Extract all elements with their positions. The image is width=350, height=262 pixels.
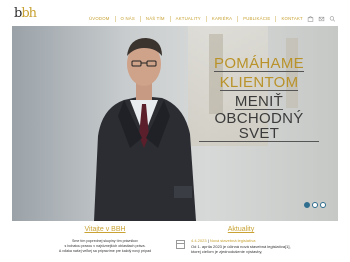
nav-item-about[interactable]: O NÁS	[114, 16, 140, 22]
logo-letters: bh	[21, 6, 37, 21]
search-icon[interactable]	[329, 16, 336, 22]
hero-line-3: MENIŤ	[234, 93, 284, 110]
slider-dots	[304, 202, 326, 208]
businessman-photo	[94, 38, 196, 221]
news-item[interactable]: 4.4.2023 | Nová stavebná legislatíva Od …	[176, 238, 306, 255]
news-body: Od 1. apríla 2023 je účinná nová stavebn…	[191, 243, 291, 255]
news-text: 4.4.2023 | Nová stavebná legislatíva Od …	[191, 238, 291, 255]
slider-dot-1[interactable]	[304, 202, 310, 208]
nav-item-news[interactable]: AKTUALITY	[169, 16, 206, 22]
nav-item-team[interactable]: NÁŠ TÍM	[139, 16, 170, 22]
main-nav: ÚVODOM O NÁS NÁŠ TÍM AKTUALITY KARIÉRA P…	[84, 16, 308, 22]
hero-line-1: POMÁHAME	[214, 55, 304, 72]
hero-headline: POMÁHAME KLIENTOM MENIŤ OBCHODNÝ SVET	[199, 54, 319, 143]
welcome-title[interactable]: Vitajte v BBH	[40, 226, 170, 233]
news-section: Aktuality 4.4.2023 | Nová stavebná legis…	[176, 226, 306, 254]
nav-item-publications[interactable]: PUBLIKÁCIE	[237, 16, 275, 22]
welcome-section: Vitajte v BBH Sme tím poprednej skupiny …	[40, 226, 170, 254]
nav-item-contact[interactable]: KONTAKT	[275, 16, 307, 22]
hero-line-2: KLIENTOM	[219, 74, 299, 91]
header-icons	[307, 16, 336, 22]
news-headline[interactable]: Nová stavebná legislatíva	[210, 238, 256, 243]
welcome-text-3: A vďaka našej veľkej sa pripravíme pre k…	[58, 249, 152, 253]
bbh-logo[interactable]: bbh	[14, 6, 37, 21]
mail-icon[interactable]	[318, 16, 325, 22]
hero-line-4: OBCHODNÝ SVET	[199, 111, 319, 143]
slider-dot-3[interactable]	[320, 202, 326, 208]
hero-banner: POMÁHAME KLIENTOM MENIŤ OBCHODNÝ SVET	[12, 26, 338, 221]
news-title[interactable]: Aktuality	[176, 226, 306, 233]
calendar-icon	[176, 240, 185, 249]
nav-item-home[interactable]: ÚVODOM	[84, 16, 115, 22]
nav-item-career[interactable]: KARIÉRA	[205, 16, 237, 22]
news-date: 4.4.2023	[191, 238, 207, 243]
slider-dot-2[interactable]	[312, 202, 318, 208]
site-header: bbh ÚVODOM O NÁS NÁŠ TÍM AKTUALITY KARIÉ…	[0, 0, 350, 26]
building-icon[interactable]	[307, 16, 314, 22]
